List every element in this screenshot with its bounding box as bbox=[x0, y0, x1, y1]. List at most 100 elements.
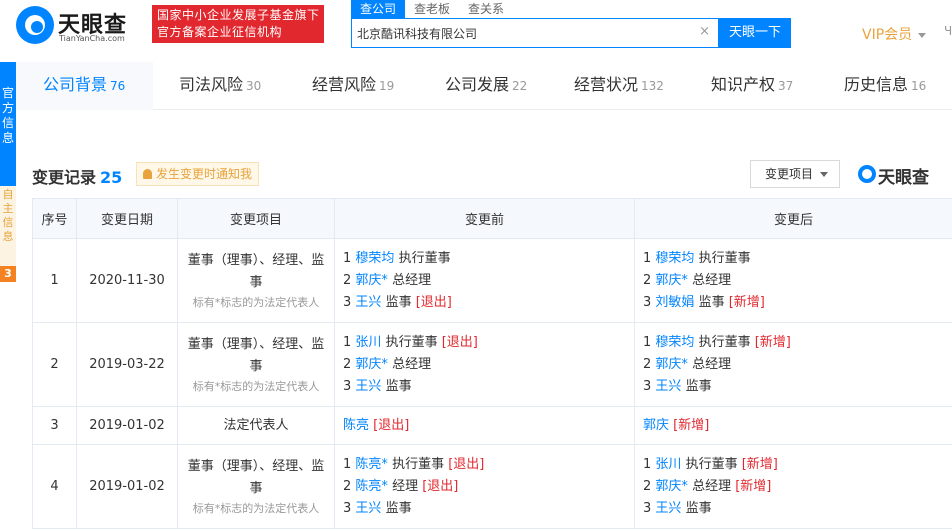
person-entry: 2 郭庆* 总经理 bbox=[343, 354, 634, 376]
person-link[interactable]: 王兴 bbox=[655, 379, 681, 394]
entry-number: 1 bbox=[343, 334, 352, 350]
person-role: 监事 bbox=[698, 294, 725, 310]
section-count: 25 bbox=[100, 168, 123, 187]
chevron-down-icon bbox=[918, 32, 927, 38]
entry-number: 3 bbox=[343, 500, 352, 516]
tab-company-development[interactable]: 公司发展 22 bbox=[445, 62, 527, 110]
person-entry: 3 王兴 监事 bbox=[343, 376, 634, 398]
change-tag: [新增] bbox=[735, 478, 772, 494]
clear-icon[interactable]: × bbox=[699, 24, 710, 39]
person-entry: 3 王兴 监事 bbox=[643, 376, 952, 398]
person-entry: 3 王兴 监事 bbox=[643, 498, 952, 520]
change-tag: [退出] bbox=[373, 417, 410, 433]
column-header-index: 序号 bbox=[32, 198, 77, 239]
tab-count: 19 bbox=[379, 79, 395, 93]
person-link[interactable]: 郭庆* bbox=[655, 273, 688, 288]
person-entry: 2 陈亮* 经理 [退出] bbox=[343, 476, 634, 498]
person-link[interactable]: 郭庆 bbox=[643, 418, 669, 433]
tab-label: 司法风险 bbox=[179, 75, 244, 94]
person-role: 执行董事 bbox=[398, 250, 451, 266]
tab-label: 知识产权 bbox=[711, 75, 776, 94]
change-tag: [退出] bbox=[422, 478, 459, 494]
side-official-info[interactable]: 官方信息 bbox=[0, 62, 16, 186]
tab-count: 76 bbox=[110, 79, 126, 93]
person-link[interactable]: 刘敏娟 bbox=[655, 295, 694, 310]
person-link[interactable]: 穆荣均 bbox=[355, 251, 394, 266]
notify-button[interactable]: 发生变更时通知我 bbox=[136, 162, 260, 186]
side-self-info[interactable]: 自主信息 bbox=[0, 186, 16, 266]
change-item: 法定代表人 bbox=[177, 406, 335, 445]
person-role: 监事 bbox=[385, 294, 412, 310]
entry-number: 2 bbox=[643, 356, 652, 372]
vip-label: VIP会员 bbox=[862, 27, 913, 43]
person-role: 总经理 bbox=[692, 478, 732, 494]
section-title-text: 变更记录 bbox=[32, 168, 97, 187]
tab-business-risk[interactable]: 经营风险 19 bbox=[312, 62, 394, 110]
tab-operating-status[interactable]: 经营状况 132 bbox=[574, 62, 664, 110]
person-link[interactable]: 王兴 bbox=[355, 379, 381, 394]
change-tag: [新增] bbox=[741, 456, 778, 472]
change-after: 郭庆 [新增] bbox=[634, 406, 952, 445]
column-header-item: 变更项目 bbox=[177, 198, 335, 239]
tab-search-boss[interactable]: 查老板 bbox=[405, 0, 459, 18]
person-link[interactable]: 王兴 bbox=[355, 501, 381, 516]
table-row: 4 2019-01-02 董事（理事）、经理、监事 标有*标志的为法定代表人 1 陈亮*… bbox=[32, 444, 952, 529]
tab-intellectual-property[interactable]: 知识产权 37 bbox=[711, 62, 793, 110]
person-link[interactable]: 穆荣均 bbox=[655, 335, 694, 350]
tab-count: 16 bbox=[911, 79, 927, 93]
search-tabs: 查公司 查老板 查关系 bbox=[351, 0, 513, 18]
person-entry: 2 郭庆* 总经理 bbox=[343, 270, 634, 292]
gov-line-1: 国家中小企业发展子基金旗下 bbox=[157, 8, 320, 22]
person-role: 总经理 bbox=[392, 356, 432, 372]
column-header-before: 变更前 bbox=[334, 198, 635, 239]
person-role: 监事 bbox=[385, 500, 412, 516]
person-link[interactable]: 张川 bbox=[355, 335, 381, 350]
person-link[interactable]: 王兴 bbox=[355, 295, 381, 310]
search-input[interactable] bbox=[352, 19, 692, 47]
person-entry: 2 郭庆* 总经理 [新增] bbox=[643, 476, 952, 498]
filter-label: 变更项目 bbox=[765, 167, 814, 181]
person-role: 执行董事 bbox=[685, 456, 738, 472]
person-link[interactable]: 郭庆* bbox=[655, 357, 688, 372]
person-entry: 1 张川 执行董事 [退出] bbox=[343, 332, 634, 354]
person-link[interactable]: 王兴 bbox=[655, 501, 681, 516]
tab-company-background[interactable]: 公司背景 76 bbox=[16, 62, 153, 110]
change-after: 1 穆荣均 执行董事 2 郭庆* 总经理 3 刘敏娟 监事 [新增] bbox=[634, 238, 952, 323]
eye-logo-icon bbox=[858, 165, 876, 183]
vip-menu[interactable]: VIP会员 bbox=[862, 24, 927, 44]
change-date: 2020-11-30 bbox=[76, 238, 178, 323]
person-link[interactable]: 郭庆* bbox=[655, 479, 688, 494]
entry-number: 2 bbox=[343, 356, 352, 372]
tab-search-company[interactable]: 查公司 bbox=[351, 0, 406, 18]
person-role: 执行董事 bbox=[385, 334, 438, 350]
tab-history-info[interactable]: 历史信息 16 bbox=[844, 62, 926, 110]
change-after: 1 穆荣均 执行董事 [新增] 2 郭庆* 总经理 3 王兴 监事 bbox=[634, 322, 952, 407]
change-date: 2019-01-02 bbox=[76, 444, 178, 529]
person-link[interactable]: 郭庆* bbox=[355, 273, 388, 288]
bell-icon bbox=[143, 169, 152, 179]
search-button[interactable]: 天眼一下 bbox=[719, 18, 791, 48]
person-link[interactable]: 穆荣均 bbox=[655, 251, 694, 266]
tab-label: 经营风险 bbox=[312, 75, 377, 94]
person-role: 执行董事 bbox=[698, 250, 751, 266]
legal-rep-note: 标有*标志的为法定代表人 bbox=[192, 501, 320, 515]
change-tag: [新增] bbox=[673, 417, 710, 433]
logo-domain: TianYanCha.com bbox=[59, 34, 125, 43]
top-header: 天眼查 TianYanCha.com 国家中小企业发展子基金旗下 官方备案企业征… bbox=[0, 0, 952, 62]
table-row: 2 2019-03-22 董事（理事）、经理、监事 标有*标志的为法定代表人 1 张川 … bbox=[32, 322, 952, 407]
person-link[interactable]: 陈亮 bbox=[343, 418, 369, 433]
tab-judicial-risk[interactable]: 司法风险 30 bbox=[179, 62, 261, 110]
tianyancha-logo[interactable]: 天眼查 TianYanCha.com bbox=[16, 6, 148, 46]
entry-number: 2 bbox=[643, 272, 652, 288]
section-title: 变更记录 25 bbox=[32, 164, 122, 188]
change-date: 2019-01-02 bbox=[76, 406, 178, 445]
entry-number: 3 bbox=[643, 500, 652, 516]
person-link[interactable]: 陈亮* bbox=[355, 457, 388, 472]
person-role: 监事 bbox=[685, 378, 712, 394]
person-link[interactable]: 郭庆* bbox=[355, 357, 388, 372]
tab-search-relation[interactable]: 查关系 bbox=[459, 0, 513, 18]
table-header-row: 序号 变更日期 变更项目 变更前 变更后 bbox=[32, 198, 952, 239]
change-item-filter[interactable]: 变更项目 bbox=[750, 160, 840, 188]
person-link[interactable]: 张川 bbox=[655, 457, 681, 472]
person-link[interactable]: 陈亮* bbox=[355, 479, 388, 494]
